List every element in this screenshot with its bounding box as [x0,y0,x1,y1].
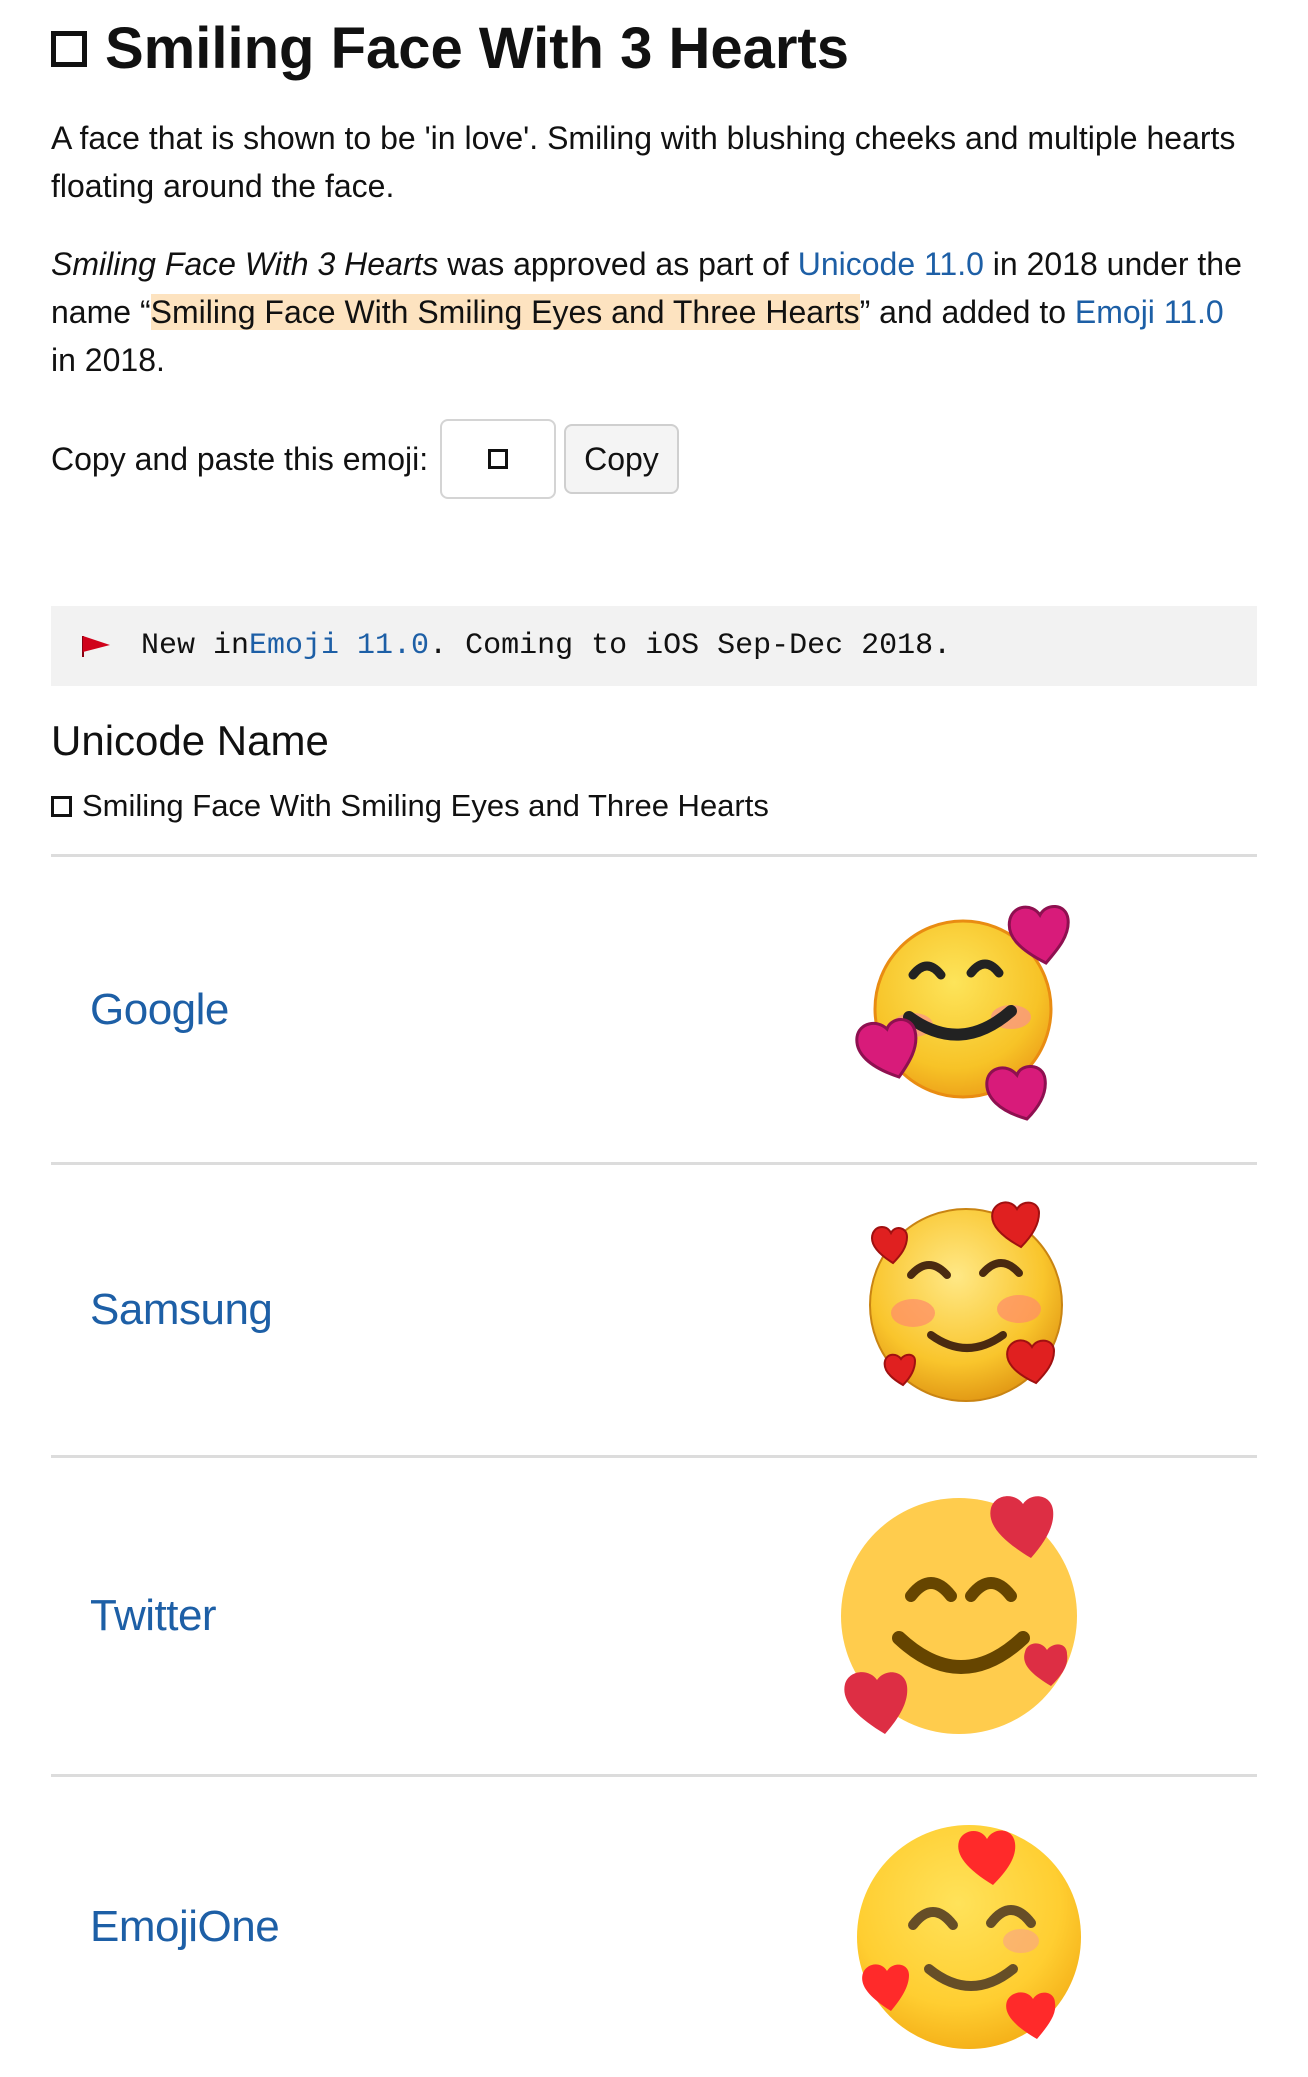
approval-text-4: in 2018. [51,342,165,378]
emoji-glyph-icon [488,449,509,469]
unicode-version-link[interactable]: Unicode 11.0 [798,246,984,282]
notice-text-1: New in [141,629,250,663]
copy-emoji-field[interactable] [440,419,557,499]
vendor-link-emojione[interactable]: EmojiOne [90,1902,280,1952]
vendor-row-twitter: Twitter [51,1455,1257,1774]
emoji-description: A face that is shown to be 'in love'. Sm… [51,120,1236,204]
approval-text-3: ” and added to [859,294,1075,330]
emoji-page: Smiling Face With 3 Hearts A face that i… [0,0,1308,2077]
emoji-glyph-icon [51,795,72,817]
new-emoji-notice: New in Emoji 11.0. Coming to iOS Sep-Dec… [51,606,1257,686]
vendor-row-google: Google [51,854,1257,1162]
samsung-emoji-image [869,1201,1063,1402]
official-name-highlight: Smiling Face With Smiling Eyes and Three… [150,294,860,330]
vendor-link-twitter[interactable]: Twitter [90,1591,217,1641]
notice-text-2: . Coming to iOS Sep-Dec 2018. [429,629,952,663]
google-emoji-image [855,905,1070,1121]
copy-row: Copy and paste this emoji: Copy [51,418,1257,500]
page-title-text: Smiling Face With 3 Hearts [105,16,850,81]
emoji-version-link[interactable]: Emoji 11.0 [1075,294,1224,330]
unicode-name-row: Smiling Face With Smiling Eyes and Three… [51,786,1257,826]
emojione-emoji-image [857,1825,1081,2049]
vendor-link-google[interactable]: Google [90,985,229,1035]
vendor-link-samsung[interactable]: Samsung [90,1285,273,1335]
copy-label: Copy and paste this emoji: [51,440,429,477]
approval-paragraph: Smiling Face With 3 Hearts was approved … [51,240,1257,384]
vendor-row-emojione: EmojiOne [51,1774,1257,2077]
unicode-name-value: Smiling Face With Smiling Eyes and Three… [82,788,769,823]
twitter-emoji-image [841,1496,1077,1734]
emoji-glyph-icon [51,31,87,67]
vendor-list: Google Samsung Twitter EmojiOne [51,854,1257,2077]
approval-emoji-name: Smiling Face With 3 Hearts [51,246,439,282]
page-title: Smiling Face With 3 Hearts [51,0,1257,84]
approval-text-1: was approved as part of [438,246,798,282]
flag-icon [82,636,110,657]
notice-emoji-link[interactable]: Emoji 11.0 [249,629,429,663]
vendor-row-samsung: Samsung [51,1162,1257,1455]
unicode-name-heading: Unicode Name [51,717,329,764]
copy-button[interactable]: Copy [564,424,679,494]
